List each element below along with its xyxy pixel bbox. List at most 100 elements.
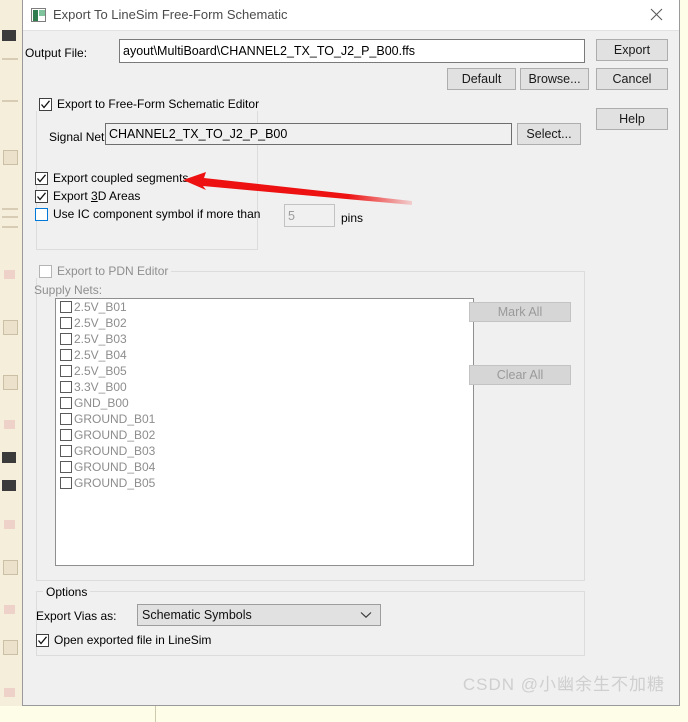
export-pdn-checkbox[interactable]: Export to PDN Editor <box>36 264 172 278</box>
help-button[interactable]: Help <box>596 108 668 130</box>
supply-net-label: GROUND_B05 <box>74 476 156 490</box>
checkbox-box <box>35 190 48 203</box>
open-in-linesim-label: Open exported file in LineSim <box>54 633 212 647</box>
checkbox-box <box>39 265 52 278</box>
supply-net-row[interactable]: 2.5V_B02 <box>56 315 473 331</box>
pins-label: pins <box>341 211 364 225</box>
output-file-label: Output File: <box>25 46 88 60</box>
checkbox-box <box>36 634 49 647</box>
default-button[interactable]: Default <box>447 68 516 90</box>
cancel-button[interactable]: Cancel <box>596 68 668 90</box>
bg-artifact <box>3 640 18 655</box>
csdn-watermark: CSDN @小幽余生不加糖 <box>462 675 665 694</box>
export-freeform-checkbox[interactable]: Export to Free-Form Schematic Editor <box>36 97 263 111</box>
supply-net-label: 2.5V_B01 <box>74 300 127 314</box>
supply-net-row[interactable]: 2.5V_B04 <box>56 347 473 363</box>
supply-net-checkbox[interactable] <box>60 445 72 457</box>
supply-net-row[interactable]: 2.5V_B05 <box>56 363 473 379</box>
supply-net-checkbox[interactable] <box>60 397 72 409</box>
bg-artifact <box>2 100 18 102</box>
bg-artifact <box>3 560 18 575</box>
supply-net-label: 3.3V_B00 <box>74 380 127 394</box>
supply-net-label: 2.5V_B04 <box>74 348 127 362</box>
export-vias-select-wrap: Schematic Symbols <box>137 604 381 626</box>
window-title: Export To LineSim Free-Form Schematic <box>53 7 288 22</box>
bg-artifact <box>4 270 15 279</box>
supply-net-row[interactable]: 2.5V_B03 <box>56 331 473 347</box>
checkbox-box <box>35 172 48 185</box>
bg-artifact <box>2 216 18 218</box>
signal-net-label: Signal Net: <box>49 130 108 144</box>
export-vias-select[interactable]: Schematic Symbols <box>137 604 381 626</box>
supply-net-checkbox[interactable] <box>60 333 72 345</box>
export-pdn-label: Export to PDN Editor <box>57 264 169 278</box>
supply-net-checkbox[interactable] <box>60 429 72 441</box>
supply-net-label: GND_B00 <box>74 396 129 410</box>
bg-artifact <box>2 226 18 228</box>
bg-artifact <box>4 688 15 697</box>
supply-net-checkbox[interactable] <box>60 413 72 425</box>
supply-net-label: GROUND_B04 <box>74 460 156 474</box>
checkbox-box <box>39 98 52 111</box>
supply-net-label: GROUND_B03 <box>74 444 156 458</box>
bg-artifact <box>4 605 15 614</box>
export-button[interactable]: Export <box>596 39 668 61</box>
browse-button[interactable]: Browse... <box>520 68 589 90</box>
background-app-strip <box>0 0 22 722</box>
export-freeform-label: Export to Free-Form Schematic Editor <box>57 97 260 111</box>
bg-artifact <box>155 706 156 722</box>
output-file-input[interactable]: ayout\MultiBoard\CHANNEL2_TX_TO_J2_P_B00… <box>119 39 585 63</box>
supply-nets-list[interactable]: 2.5V_B01 2.5V_B02 2.5V_B03 2.5V_B04 2.5V_B05… <box>55 298 474 566</box>
options-group-label: Options <box>43 585 91 599</box>
bg-artifact <box>3 320 18 335</box>
close-icon[interactable] <box>633 0 679 29</box>
supply-net-row[interactable]: 3.3V_B00 <box>56 379 473 395</box>
use-ic-symbol-label: Use IC component symbol if more than <box>53 207 261 221</box>
export-vias-label: Export Vias as: <box>36 609 117 623</box>
use-ic-symbol-checkbox[interactable]: Use IC component symbol if more than <box>35 208 260 221</box>
signal-net-input[interactable]: CHANNEL2_TX_TO_J2_P_B00 <box>105 123 512 145</box>
bg-artifact <box>2 452 16 463</box>
bg-artifact <box>3 375 18 390</box>
supply-net-checkbox[interactable] <box>60 317 72 329</box>
supply-net-checkbox[interactable] <box>60 461 72 473</box>
clear-all-button[interactable]: Clear All <box>469 365 571 385</box>
supply-net-row[interactable]: GROUND_B02 <box>56 427 473 443</box>
supply-net-row[interactable]: 2.5V_B01 <box>56 299 473 315</box>
bg-artifact <box>2 208 18 210</box>
supply-net-label: GROUND_B02 <box>74 428 156 442</box>
export-3d-areas-label: Export 3D Areas <box>53 189 141 203</box>
supply-net-checkbox[interactable] <box>60 301 72 313</box>
supply-net-label: 2.5V_B05 <box>74 364 127 378</box>
open-in-linesim-checkbox[interactable]: Open exported file in LineSim <box>36 634 211 647</box>
supply-net-label: 2.5V_B02 <box>74 316 127 330</box>
background-app-bottom <box>0 706 688 722</box>
supply-net-label: GROUND_B01 <box>74 412 156 426</box>
supply-nets-label: Supply Nets: <box>34 283 103 297</box>
supply-net-checkbox[interactable] <box>60 349 72 361</box>
app-squares-icon <box>31 8 46 22</box>
supply-net-row[interactable]: GROUND_B04 <box>56 459 473 475</box>
export-dialog: Export To LineSim Free-Form Schematic Ou… <box>22 0 680 706</box>
title-bar: Export To LineSim Free-Form Schematic <box>23 0 679 31</box>
bg-artifact <box>4 420 15 429</box>
bg-artifact <box>4 520 15 529</box>
bg-artifact <box>3 150 18 165</box>
bg-artifact <box>2 58 18 60</box>
supply-net-row[interactable]: GND_B00 <box>56 395 473 411</box>
supply-net-checkbox[interactable] <box>60 365 72 377</box>
supply-net-row[interactable]: GROUND_B01 <box>56 411 473 427</box>
supply-net-row[interactable]: GROUND_B03 <box>56 443 473 459</box>
mark-all-button[interactable]: Mark All <box>469 302 571 322</box>
supply-net-checkbox[interactable] <box>60 477 72 489</box>
supply-net-row[interactable]: GROUND_B05 <box>56 475 473 491</box>
supply-net-checkbox[interactable] <box>60 381 72 393</box>
export-coupled-segments-checkbox[interactable]: Export coupled segments <box>35 172 188 185</box>
export-3d-areas-checkbox[interactable]: Export 3D Areas <box>35 190 140 203</box>
select-net-button[interactable]: Select... <box>517 123 581 145</box>
pins-input[interactable]: 5 <box>284 204 335 227</box>
export-coupled-segments-label: Export coupled segments <box>53 171 189 185</box>
bg-artifact <box>2 30 16 41</box>
bg-artifact <box>2 480 16 491</box>
checkbox-box <box>35 208 48 221</box>
